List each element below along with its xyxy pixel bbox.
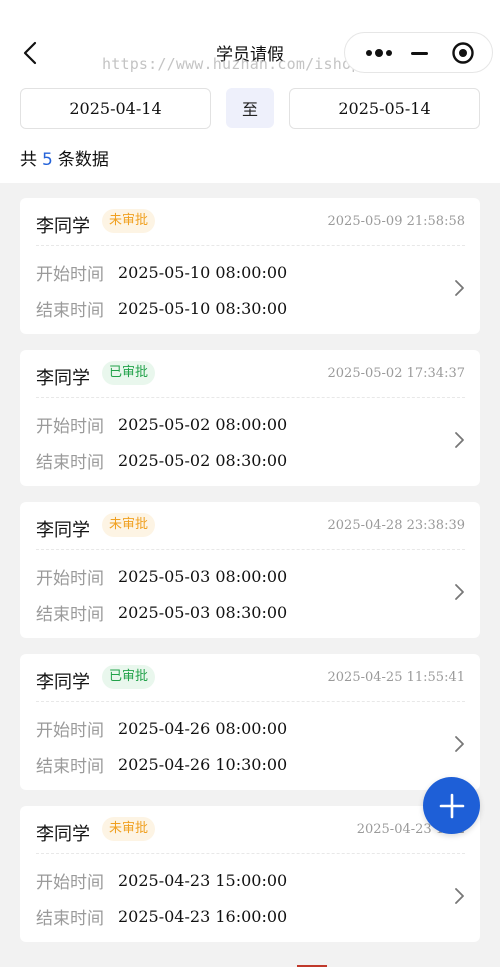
- created-time: 2025-04-25 11:55:41: [327, 670, 465, 685]
- count-number: 5: [42, 150, 53, 170]
- chevron-right-icon: [455, 280, 464, 296]
- start-time-row: 开始时间 2025-05-03 08:00:00: [36, 565, 288, 589]
- start-time-value: 2025-04-26 08:00:00: [118, 718, 288, 738]
- start-time-value: 2025-04-23 15:00:00: [118, 870, 288, 890]
- status-badge: 未审批: [102, 817, 156, 841]
- status-badge: 已审批: [102, 665, 156, 689]
- start-time-row: 开始时间 2025-05-10 08:00:00: [36, 261, 288, 285]
- chevron-right-icon: [455, 584, 464, 600]
- start-time-value: 2025-05-03 08:00:00: [118, 566, 288, 586]
- count-suffix: 条数据: [57, 150, 109, 170]
- leave-record-card[interactable]: 李同学 未审批 2025-04-28 23:38:39 开始时间 2025-05-…: [20, 502, 480, 638]
- created-time: 2025-05-09 21:58:58: [327, 214, 465, 229]
- leave-record-card[interactable]: 李同学 未审批 2025-05-09 21:58:58 开始时间 2025-05-…: [20, 198, 480, 334]
- leave-record-card[interactable]: 李同学 已审批 2025-04-25 11:55:41 开始时间 2025-04-…: [20, 654, 480, 790]
- end-time-value: 2025-05-02 08:30:00: [118, 450, 288, 470]
- end-time-row: 结束时间 2025-05-03 08:30:00: [36, 601, 288, 625]
- student-name: 李同学: [36, 824, 90, 845]
- chevron-right-icon: [455, 432, 464, 448]
- add-leave-button[interactable]: [423, 777, 480, 834]
- status-badge: 未审批: [102, 209, 156, 233]
- end-time-value: 2025-05-10 08:30:00: [118, 298, 288, 318]
- divider: [36, 549, 465, 550]
- start-time-label: 开始时间: [36, 568, 104, 589]
- start-time-row: 开始时间 2025-04-23 15:00:00: [36, 869, 288, 893]
- end-time-label: 结束时间: [36, 452, 104, 473]
- more-dots-icon: [366, 50, 372, 56]
- count-prefix: 共: [20, 150, 37, 170]
- student-name: 李同学: [36, 672, 90, 693]
- end-time-label: 结束时间: [36, 300, 104, 321]
- end-time-label: 结束时间: [36, 604, 104, 625]
- end-time-row: 结束时间 2025-04-26 10:30:00: [36, 753, 288, 777]
- more-button[interactable]: [359, 41, 399, 65]
- end-date-picker[interactable]: 2025-05-14: [289, 88, 480, 129]
- divider: [36, 701, 465, 702]
- result-count: 共 5 条数据: [20, 145, 109, 170]
- start-time-value: 2025-05-10 08:00:00: [118, 262, 288, 282]
- start-time-label: 开始时间: [36, 872, 104, 893]
- student-name: 李同学: [36, 368, 90, 389]
- end-time-value: 2025-04-26 10:30:00: [118, 754, 288, 774]
- end-time-value: 2025-05-03 08:30:00: [118, 602, 288, 622]
- plus-icon: [439, 793, 464, 818]
- status-badge: 未审批: [102, 513, 156, 537]
- divider: [36, 397, 465, 398]
- created-time: 2025-05-02 17:34:37: [327, 366, 465, 381]
- divider: [36, 245, 465, 246]
- student-name: 李同学: [36, 520, 90, 541]
- top-section: 学员请假 https://www.huzhan.com/ishop51152 2…: [0, 0, 500, 183]
- minimize-icon: [411, 51, 428, 55]
- leave-record-card[interactable]: 李同学 已审批 2025-05-02 17:34:37 开始时间 2025-05-…: [20, 350, 480, 486]
- start-time-label: 开始时间: [36, 264, 104, 285]
- chevron-right-icon: [455, 736, 464, 752]
- date-range-separator: 至: [226, 88, 274, 128]
- start-date-picker[interactable]: 2025-04-14: [20, 88, 211, 129]
- end-time-label: 结束时间: [36, 908, 104, 929]
- miniprogram-capsule: [344, 32, 493, 73]
- start-time-row: 开始时间 2025-04-26 08:00:00: [36, 717, 288, 741]
- chevron-right-icon: [455, 888, 464, 904]
- divider: [36, 853, 465, 854]
- leave-record-card[interactable]: 李同学 未审批 2025-04-23 17:2 开始时间 2025-04-23 1…: [20, 806, 480, 942]
- close-button[interactable]: [450, 41, 476, 65]
- status-badge: 已审批: [102, 361, 156, 385]
- end-time-label: 结束时间: [36, 756, 104, 777]
- end-time-row: 结束时间 2025-05-10 08:30:00: [36, 297, 288, 321]
- start-time-row: 开始时间 2025-05-02 08:00:00: [36, 413, 288, 437]
- created-time: 2025-04-28 23:38:39: [327, 518, 465, 533]
- end-time-row: 结束时间 2025-04-23 16:00:00: [36, 905, 288, 929]
- minimize-button[interactable]: [407, 41, 432, 65]
- student-name: 李同学: [36, 216, 90, 237]
- end-time-row: 结束时间 2025-05-02 08:30:00: [36, 449, 288, 473]
- start-time-label: 开始时间: [36, 416, 104, 437]
- end-time-value: 2025-04-23 16:00:00: [118, 906, 288, 926]
- target-close-icon: [452, 42, 474, 64]
- start-time-value: 2025-05-02 08:00:00: [118, 414, 288, 434]
- start-time-label: 开始时间: [36, 720, 104, 741]
